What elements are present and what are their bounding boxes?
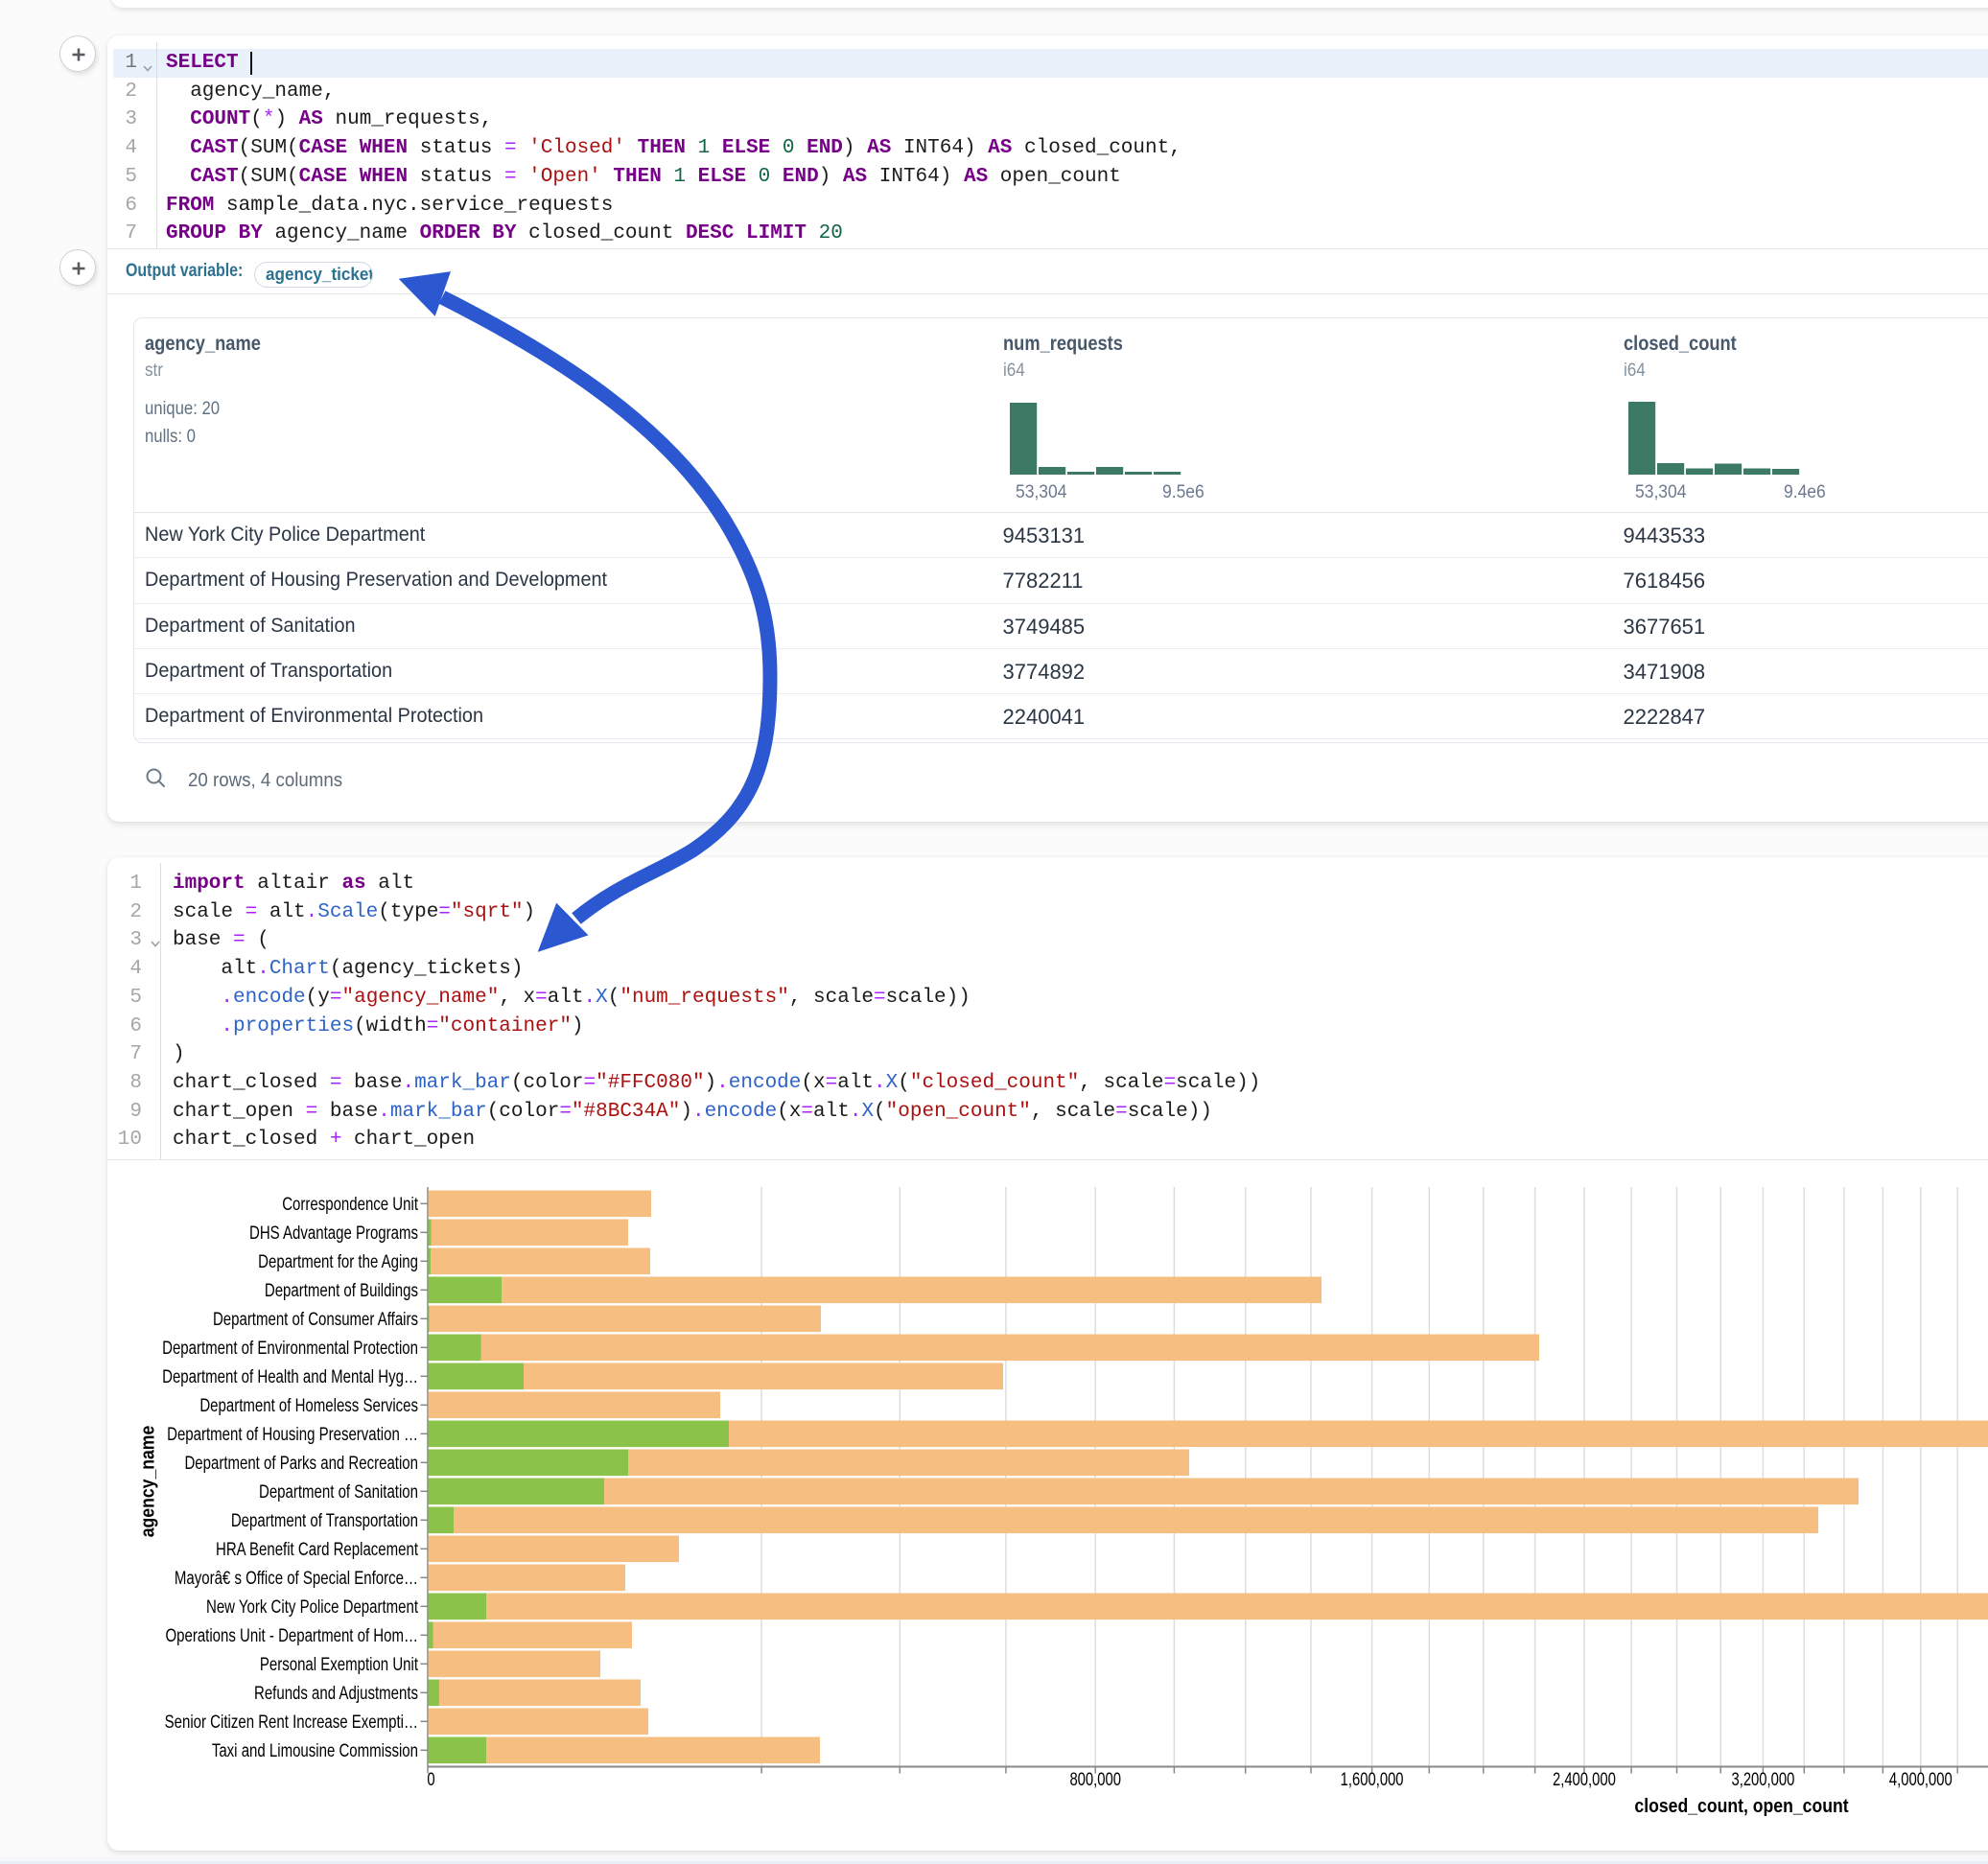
svg-text:3,200,000: 3,200,000 bbox=[1731, 1768, 1794, 1790]
svg-text:closed_count, open_count: closed_count, open_count bbox=[1634, 1796, 1849, 1818]
svg-text:agency_name: agency_name bbox=[137, 1426, 159, 1538]
svg-text:Department of Parks and Recrea: Department of Parks and Recreation bbox=[184, 1452, 418, 1473]
svg-text:HRA Benefit Card Replacement: HRA Benefit Card Replacement bbox=[216, 1538, 418, 1559]
svg-text:Taxi and Limousine Commission: Taxi and Limousine Commission bbox=[212, 1739, 418, 1760]
svg-text:Department of Health and Menta: Department of Health and Mental Hyg… bbox=[162, 1365, 418, 1386]
svg-text:Department of Homeless Service: Department of Homeless Services bbox=[199, 1394, 418, 1415]
svg-text:DHS Advantage Programs: DHS Advantage Programs bbox=[249, 1222, 418, 1243]
svg-text:Operations Unit - Department o: Operations Unit - Department of Hom… bbox=[165, 1624, 418, 1645]
svg-text:Department for the Aging: Department for the Aging bbox=[258, 1250, 418, 1271]
svg-text:Department of Sanitation: Department of Sanitation bbox=[259, 1480, 418, 1502]
svg-text:Senior Citizen Rent Increase E: Senior Citizen Rent Increase Exempti… bbox=[165, 1711, 418, 1732]
svg-text:New York City Police Departmen: New York City Police Department bbox=[206, 1596, 418, 1617]
svg-text:Refunds and Adjustments: Refunds and Adjustments bbox=[254, 1682, 418, 1703]
svg-text:Correspondence Unit: Correspondence Unit bbox=[282, 1193, 418, 1214]
svg-text:Department of Buildings: Department of Buildings bbox=[265, 1279, 418, 1300]
svg-text:Department of Consumer Affairs: Department of Consumer Affairs bbox=[213, 1308, 418, 1329]
svg-text:2,400,000: 2,400,000 bbox=[1553, 1768, 1616, 1790]
svg-text:Mayorâ€ s Office of Special En: Mayorâ€ s Office of Special Enforce… bbox=[175, 1567, 418, 1588]
svg-text:4,000,000: 4,000,000 bbox=[1889, 1768, 1953, 1790]
svg-text:Personal Exemption Unit: Personal Exemption Unit bbox=[260, 1653, 418, 1674]
svg-text:800,000: 800,000 bbox=[1069, 1768, 1121, 1790]
svg-text:0: 0 bbox=[427, 1768, 434, 1790]
svg-text:Department of Transportation: Department of Transportation bbox=[231, 1509, 418, 1530]
svg-text:1,600,000: 1,600,000 bbox=[1341, 1768, 1404, 1790]
svg-text:Department of Environmental Pr: Department of Environmental Protection bbox=[162, 1337, 418, 1358]
svg-text:Department of Housing Preserva: Department of Housing Preservation … bbox=[167, 1423, 418, 1444]
